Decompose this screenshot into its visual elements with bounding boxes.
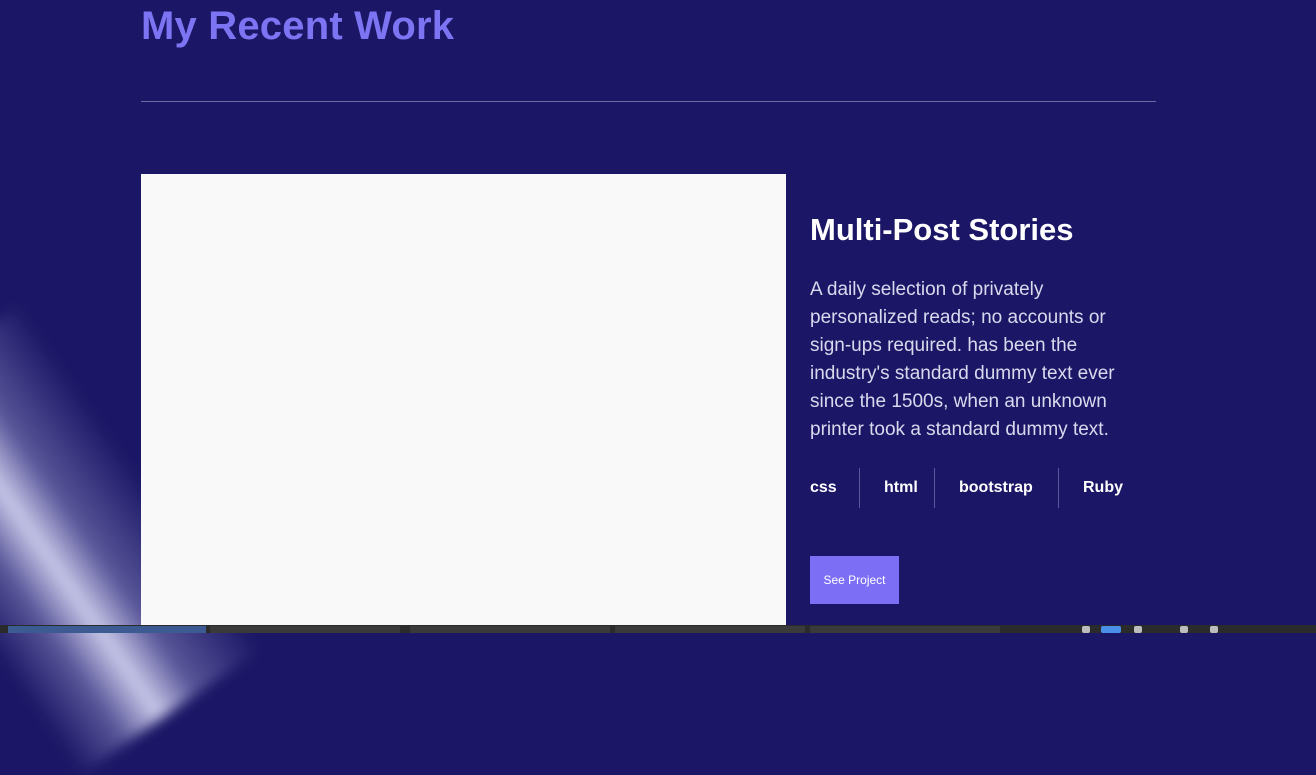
- taskbar-item-browser[interactable]: [8, 626, 206, 633]
- section-title: My Recent Work: [141, 4, 455, 48]
- tag-bootstrap: bootstrap: [935, 468, 1059, 508]
- project-tags: css html bootstrap Ruby: [810, 468, 1139, 508]
- os-taskbar: [0, 625, 1316, 633]
- project-description: A daily selection of privately personali…: [810, 279, 1115, 440]
- project-image-placeholder: [141, 174, 786, 626]
- tag-css: css: [810, 468, 860, 508]
- browser-icon[interactable]: [1101, 626, 1121, 633]
- see-project-button[interactable]: See Project: [810, 556, 899, 604]
- volume-icon[interactable]: [1134, 626, 1142, 633]
- taskbar-item-window-2[interactable]: [210, 626, 400, 633]
- tag-ruby: Ruby: [1083, 479, 1123, 496]
- tag-html: html: [860, 468, 935, 508]
- notification-icon[interactable]: [1210, 626, 1218, 633]
- taskbar-item-window-4[interactable]: [615, 626, 805, 633]
- section-divider: [141, 101, 1156, 102]
- taskbar-item-window-3[interactable]: [410, 626, 610, 633]
- network-icon[interactable]: [1082, 626, 1090, 633]
- project-title: Multi-Post Stories: [810, 212, 1074, 247]
- taskbar-item-window-5[interactable]: [810, 626, 1000, 633]
- battery-icon[interactable]: [1180, 626, 1188, 633]
